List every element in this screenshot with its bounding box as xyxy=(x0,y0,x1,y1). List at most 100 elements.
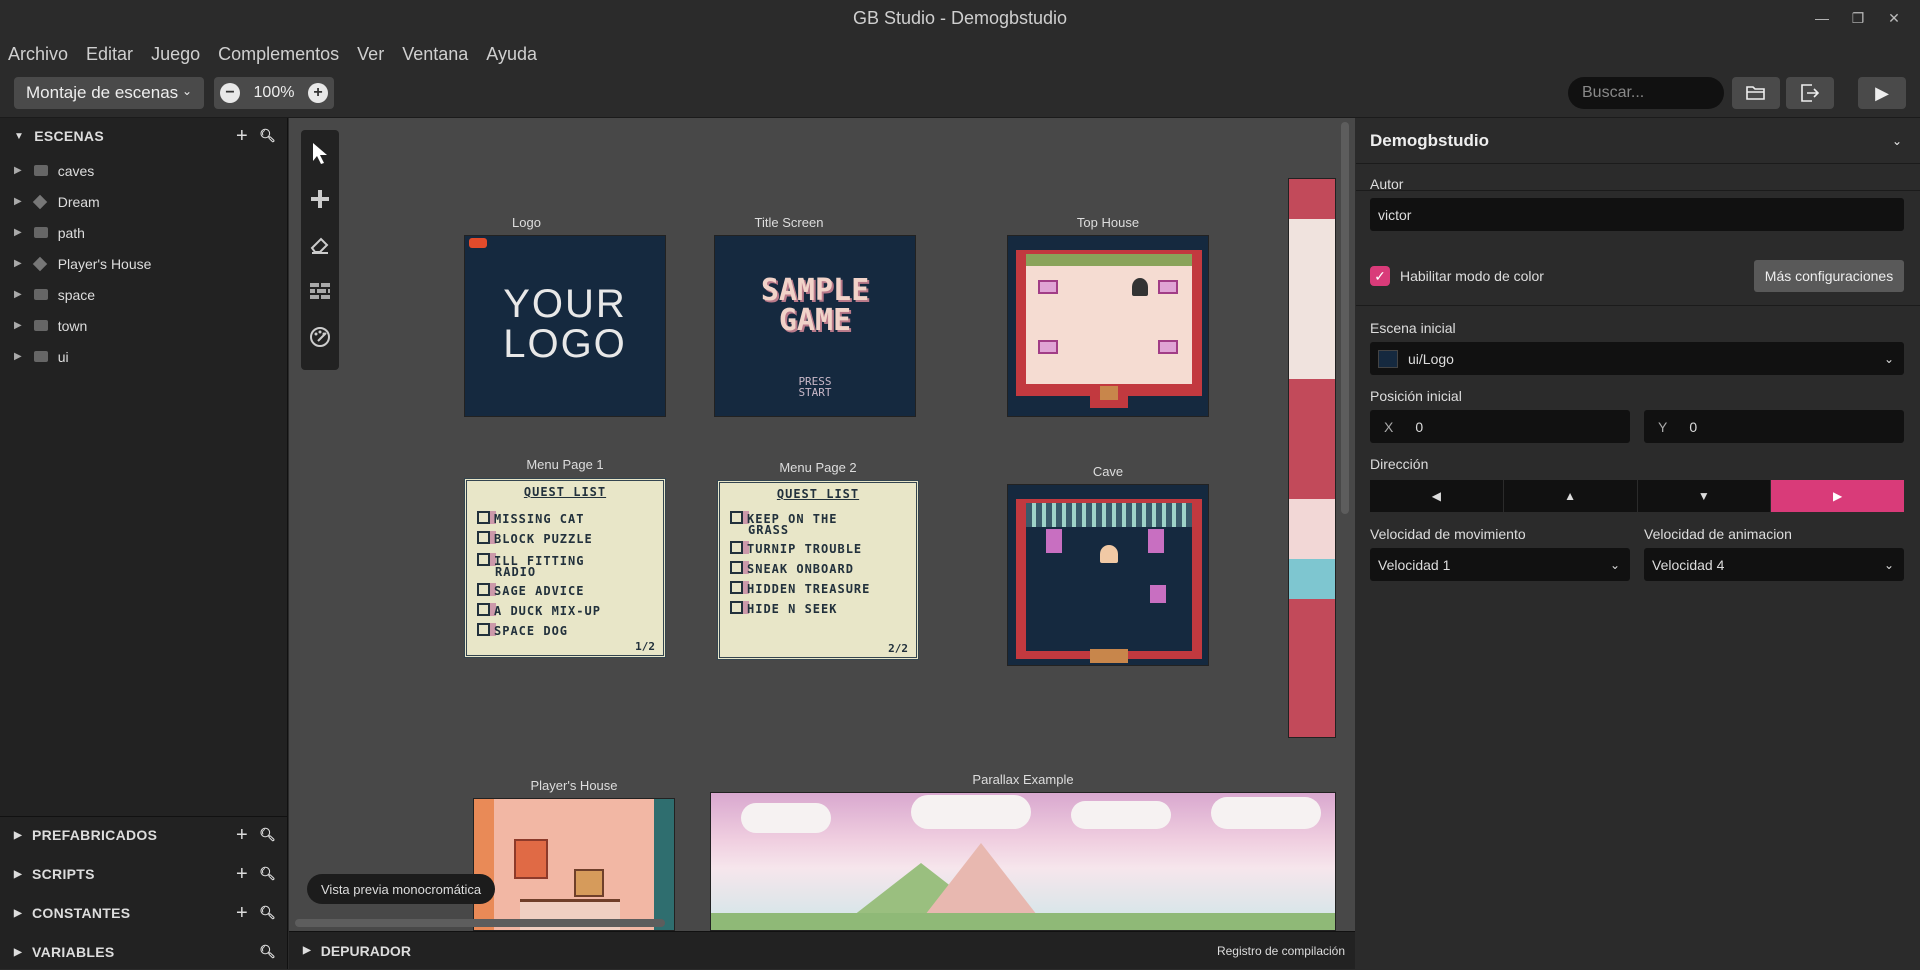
prefabs-section-header[interactable]: ▶ PREFABRICADOS + 🔍︎ xyxy=(0,817,288,853)
close-icon[interactable]: ✕ xyxy=(1876,10,1912,27)
add-script-icon[interactable]: + xyxy=(236,863,248,886)
move-speed-value: Velocidad 1 xyxy=(1378,556,1451,573)
more-settings-button[interactable]: Más configuraciones xyxy=(1754,260,1904,292)
search-icon[interactable]: 🔍︎ xyxy=(259,944,276,960)
scene-players-house[interactable] xyxy=(473,798,675,931)
direction-down-button[interactable]: ▼ xyxy=(1637,480,1772,512)
add-tool-icon[interactable] xyxy=(301,176,339,222)
scene-label-parallax: Parallax Example xyxy=(972,772,1074,787)
tree-item-path[interactable]: ▶ path xyxy=(0,217,288,248)
tree-item-town[interactable]: ▶ town xyxy=(0,310,288,341)
y-prefix: Y xyxy=(1658,418,1668,435)
quest-item-continued: RADIO xyxy=(495,565,537,579)
vertical-scrollbar[interactable] xyxy=(1341,122,1349,514)
collision-tool-icon[interactable] xyxy=(301,268,339,314)
scenes-section-header[interactable]: ▼ ESCENAS + 🔍︎ xyxy=(0,118,288,154)
scene-top-house[interactable] xyxy=(1007,235,1209,417)
maximize-icon[interactable]: ❐ xyxy=(1840,10,1876,27)
scene-parallax-example[interactable] xyxy=(710,792,1336,931)
search-input[interactable]: Buscar... xyxy=(1568,77,1724,109)
tree-item-players-house[interactable]: ▶ Player's House xyxy=(0,248,288,279)
menu-ayuda[interactable]: Ayuda xyxy=(486,44,537,65)
prefabs-title: PREFABRICADOS xyxy=(32,827,158,843)
menu-ventana[interactable]: Ventana xyxy=(402,44,468,65)
caret-right-icon: ▶ xyxy=(14,227,22,238)
scene-menu-page-1[interactable]: QUEST LIST MISSING CAT BLOCK PUZZLE ILL … xyxy=(464,478,666,658)
chevron-down-icon[interactable]: ⌄ xyxy=(1892,134,1902,148)
scene-logo[interactable]: YOUR LOGO xyxy=(464,235,666,417)
start-scene-value: ui/Logo xyxy=(1408,350,1454,367)
scene-vertical-strip[interactable] xyxy=(1288,178,1336,738)
move-speed-select[interactable]: Velocidad 1 ⌄ xyxy=(1370,548,1630,581)
play-button[interactable]: ▶ xyxy=(1858,77,1906,109)
view-mode-label: Montaje de escenas xyxy=(26,83,179,102)
direction-up-button[interactable]: ▲ xyxy=(1503,480,1638,512)
select-tool-icon[interactable] xyxy=(301,130,339,176)
direction-left-button[interactable]: ◀ xyxy=(1370,480,1504,512)
anim-speed-select[interactable]: Velocidad 4 ⌄ xyxy=(1644,548,1904,581)
arrow-down-icon: ▼ xyxy=(1697,489,1710,503)
add-constant-icon[interactable]: + xyxy=(236,902,248,925)
start-y-field[interactable]: Y 0 xyxy=(1644,410,1904,443)
folder-icon xyxy=(33,227,48,238)
title-text-sample: SAMPLE xyxy=(760,273,870,308)
quest-item: HIDE N SEEK xyxy=(730,599,906,619)
menu-juego[interactable]: Juego xyxy=(151,44,200,65)
tree-item-label: space xyxy=(57,286,96,303)
tree-item-ui[interactable]: ▶ ui xyxy=(0,341,288,372)
debugger-bar[interactable]: ▶ DEPURADOR Registro de compilación xyxy=(289,931,1355,969)
menu-complementos[interactable]: Complementos xyxy=(218,44,339,65)
add-scene-icon[interactable]: + xyxy=(236,125,248,148)
caret-right-icon: ▶ xyxy=(14,165,22,176)
tree-item-space[interactable]: ▶ space xyxy=(0,279,288,310)
color-mode-checkbox[interactable]: ✓ xyxy=(1370,266,1390,286)
zoom-out-button[interactable]: − xyxy=(220,83,240,103)
search-icon[interactable]: 🔍︎ xyxy=(259,827,276,843)
start-x-field[interactable]: X 0 xyxy=(1370,410,1630,443)
caret-right-icon: ▶ xyxy=(14,868,22,880)
caret-right-icon: ▶ xyxy=(14,320,22,331)
view-mode-select[interactable]: Montaje de escenas ⌄ xyxy=(14,77,204,109)
play-icon: ▶ xyxy=(1875,82,1889,103)
search-icon[interactable]: 🔍︎ xyxy=(259,905,276,921)
search-icon[interactable]: 🔍︎ xyxy=(259,128,276,144)
start-scene-select[interactable]: ui/Logo ⌄ xyxy=(1370,342,1904,375)
author-field[interactable]: victor xyxy=(1370,198,1904,231)
direction-right-button[interactable]: ▶ xyxy=(1771,480,1904,512)
menu-archivo[interactable]: Archivo xyxy=(8,44,68,65)
direction-selector: ◀ ▲ ▼ ▶ xyxy=(1370,480,1904,512)
logo-text-line2: LOGO xyxy=(503,322,627,366)
export-button[interactable] xyxy=(1786,77,1834,109)
world-canvas[interactable]: Logo YOUR LOGO Title Screen SAMPLE GAME … xyxy=(289,118,1355,931)
minimize-icon[interactable]: — xyxy=(1804,10,1840,26)
scripts-section-header[interactable]: ▶ SCRIPTS + 🔍︎ xyxy=(0,856,288,892)
eraser-tool-icon[interactable] xyxy=(301,222,339,268)
caret-right-icon: ▶ xyxy=(14,289,22,300)
monochrome-preview-tooltip: Vista previa monocromática xyxy=(307,874,496,904)
menu-bar: Archivo Editar Juego Complementos Ver Ve… xyxy=(0,36,1920,72)
chevron-down-icon: ⌄ xyxy=(1609,557,1620,572)
scene-cave[interactable] xyxy=(1007,484,1209,666)
menu-ver[interactable]: Ver xyxy=(357,44,384,65)
folder-icon xyxy=(33,289,48,300)
menu-editar[interactable]: Editar xyxy=(86,44,133,65)
horizontal-scrollbar[interactable] xyxy=(295,919,665,927)
constants-section-header[interactable]: ▶ CONSTANTES + 🔍︎ xyxy=(0,895,288,931)
tree-item-caves[interactable]: ▶ caves xyxy=(0,155,288,186)
caret-right-icon: ▶ xyxy=(14,258,22,269)
export-icon xyxy=(1801,84,1820,102)
add-prefab-icon[interactable]: + xyxy=(236,824,248,847)
quest-item: A DUCK MIX-UP xyxy=(477,601,653,621)
sprite-icon xyxy=(1038,280,1058,294)
search-icon[interactable]: 🔍︎ xyxy=(259,866,276,882)
scene-menu-page-2[interactable]: QUEST LIST KEEP ON THE GRASS TURNIP TROU… xyxy=(717,480,919,660)
palette-tool-icon[interactable] xyxy=(301,314,339,360)
chevron-down-icon: ⌄ xyxy=(1883,557,1894,572)
variables-section-header[interactable]: ▶ VARIABLES 🔍︎ xyxy=(0,934,288,970)
scene-title-screen[interactable]: SAMPLE GAME PRESS START xyxy=(714,235,916,417)
build-log-link[interactable]: Registro de compilación xyxy=(1217,944,1345,958)
tree-item-dream[interactable]: ▶ Dream xyxy=(0,186,288,217)
open-folder-button[interactable] xyxy=(1732,77,1780,109)
tool-palette xyxy=(301,130,339,370)
zoom-in-button[interactable]: + xyxy=(307,83,328,103)
